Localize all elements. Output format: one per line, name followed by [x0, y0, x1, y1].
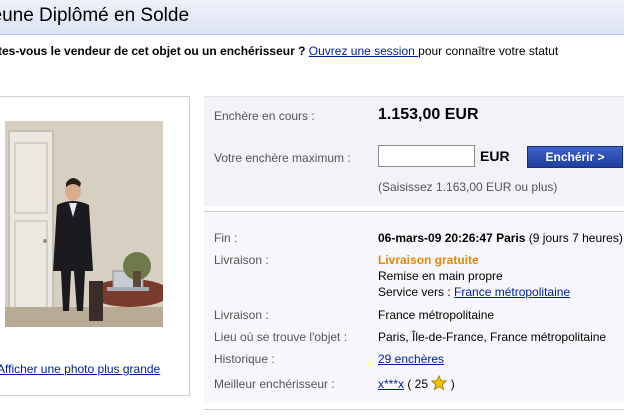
service-prefix: Service vers : [378, 285, 455, 299]
seller-status-line: Êtes-vous le vendeur de cet objet ou un … [0, 44, 624, 58]
service-region-link[interactable]: France métropolitaine [454, 285, 570, 299]
place-bid-button[interactable]: Enchérir > [527, 146, 623, 168]
current-bid-value: 1.153,00 EUR [378, 106, 479, 123]
free-delivery: Livraison gratuite [378, 253, 479, 267]
best-bidder-label: Meilleur enchérisseur : [214, 377, 335, 391]
login-link[interactable]: Ouvrez une session [309, 44, 418, 58]
item-details: Fin : 06-mars-09 20:26:47 Paris (9 jours… [204, 212, 624, 402]
bottom-divider [204, 409, 624, 410]
pickup-option: Remise en main propre [378, 269, 503, 283]
bid-box: Enchère en cours : 1.153,00 EUR Votre en… [204, 96, 624, 206]
end-label: Fin : [214, 231, 238, 245]
location-label: Lieu où se trouve l'objet : [214, 330, 348, 344]
status-question: Êtes-vous le vendeur de cet objet ou un … [0, 44, 306, 58]
delivery-region: France métropolitaine [378, 308, 495, 322]
current-bid-label: Enchère en cours : [214, 109, 315, 123]
bid-hint: (Saisissez 1.163,00 EUR ou plus) [378, 180, 558, 194]
enlarge-photo-link[interactable]: Afficher une photo plus grande [0, 362, 187, 376]
location-value: Paris, Île-de-France, France métropolita… [378, 330, 607, 344]
end-remaining: (9 jours 7 heures) [525, 231, 623, 245]
title-bar: Jeune Diplômé en Solde [0, 0, 624, 35]
star-icon[interactable] [431, 374, 448, 391]
best-bidder: x***x ( 25 ) [378, 374, 455, 391]
best-bidder-link[interactable]: x***x [378, 377, 404, 391]
item-photo-image [5, 121, 163, 327]
status-suffix: pour connaître votre statut [418, 44, 559, 58]
auction-panel: Enchère en cours : 1.153,00 EUR Votre en… [204, 96, 624, 416]
delivery-label-2: Livraison : [214, 308, 269, 322]
history-label: Historique : [214, 352, 275, 366]
max-bid-label: Votre enchère maximum : [214, 151, 351, 165]
bid-history-link[interactable]: 29 enchères [378, 352, 444, 366]
end-value: 06-mars-09 20:26:47 Paris (9 jours 7 heu… [378, 231, 623, 245]
feedback-score-open: ( 25 [404, 377, 432, 391]
end-datetime: 06-mars-09 20:26:47 Paris [378, 231, 526, 245]
max-bid-input[interactable] [378, 145, 475, 167]
service-to: Service vers : France métropolitaine [378, 285, 570, 299]
photo-panel: Afficher une photo plus grande [0, 96, 190, 396]
page-title: Jeune Diplômé en Solde [0, 5, 190, 26]
currency-label: EUR [480, 148, 510, 164]
item-photo[interactable] [5, 121, 163, 327]
feedback-score-close: ) [447, 377, 455, 391]
delivery-label: Livraison : [214, 253, 269, 267]
